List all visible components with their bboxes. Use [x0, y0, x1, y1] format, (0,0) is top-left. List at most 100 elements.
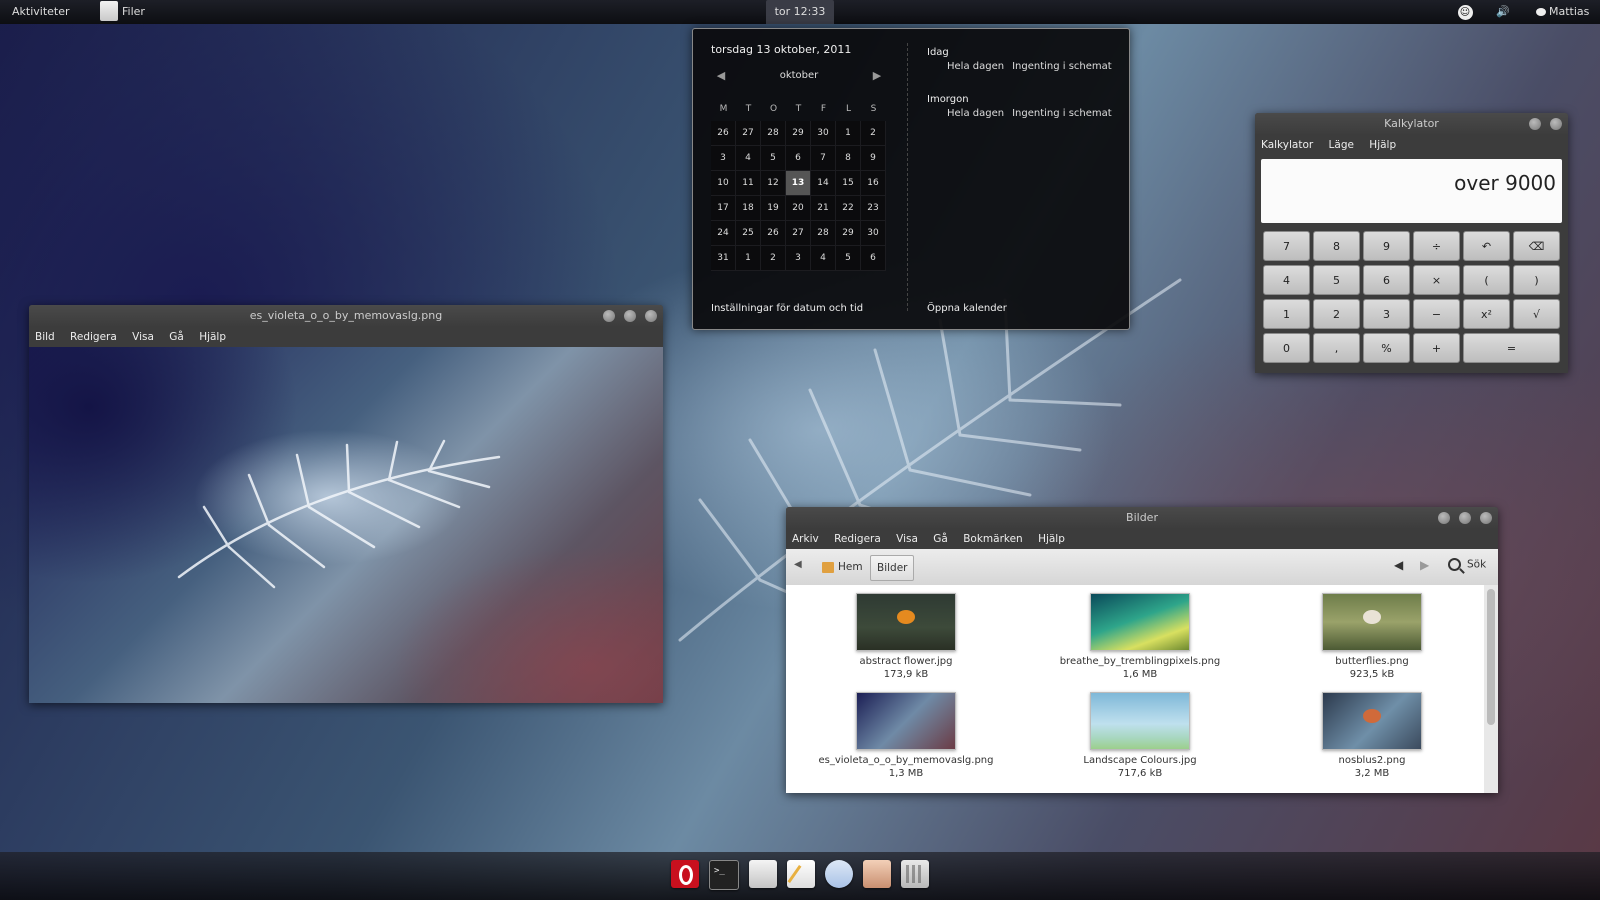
- digit-4-button[interactable]: 4: [1263, 265, 1310, 295]
- close-paren-button[interactable]: ): [1513, 265, 1560, 295]
- minimize-icon[interactable]: [1438, 512, 1450, 524]
- file-manager-icon[interactable]: [749, 860, 777, 888]
- activities-button[interactable]: Aktiviteter: [12, 0, 70, 24]
- back-arrow-icon[interactable]: ◀: [1394, 558, 1403, 572]
- calendar-day[interactable]: 15: [836, 171, 861, 196]
- digit-8-button[interactable]: 8: [1313, 231, 1360, 261]
- eye-of-gnome-icon[interactable]: [863, 860, 891, 888]
- calendar-day[interactable]: 26: [711, 121, 736, 146]
- menu-bokmarken[interactable]: Bokmärken: [963, 533, 1023, 545]
- forward-arrow-icon[interactable]: ▶: [1420, 558, 1429, 572]
- calendar-day[interactable]: 31: [711, 246, 736, 271]
- menu-hjalp[interactable]: Hjälp: [1038, 533, 1065, 545]
- calendar-day[interactable]: 28: [761, 121, 786, 146]
- calendar-day[interactable]: 24: [711, 221, 736, 246]
- viewer-titlebar[interactable]: es_violeta_o_o_by_memovaslg.png: [29, 305, 663, 327]
- menu-visa[interactable]: Visa: [896, 533, 918, 545]
- undo-button[interactable]: ↶: [1463, 231, 1510, 261]
- digit-7-button[interactable]: 7: [1263, 231, 1310, 261]
- menu-ga[interactable]: Gå: [169, 331, 184, 343]
- calendar-day[interactable]: 2: [861, 121, 886, 146]
- calendar-day[interactable]: 30: [861, 221, 886, 246]
- calendar-day[interactable]: 11: [736, 171, 761, 196]
- menu-arkiv[interactable]: Arkiv: [792, 533, 819, 545]
- calendar-day[interactable]: 4: [736, 146, 761, 171]
- files-titlebar[interactable]: Bilder: [786, 507, 1498, 529]
- app-menu-button[interactable]: Filer: [94, 0, 153, 24]
- calendar-day[interactable]: 20: [786, 196, 811, 221]
- file-item[interactable]: breathe_by_tremblingpixels.png 1,6 MB: [1040, 593, 1240, 681]
- chat-icon[interactable]: [825, 860, 853, 888]
- menu-redigera[interactable]: Redigera: [834, 533, 881, 545]
- next-month-icon[interactable]: ▶: [871, 69, 883, 83]
- calendar-day[interactable]: 4: [811, 246, 836, 271]
- calculator-icon[interactable]: [901, 860, 929, 888]
- date-time-settings-link[interactable]: Inställningar för datum och tid: [711, 303, 863, 314]
- digit-9-button[interactable]: 9: [1363, 231, 1410, 261]
- user-menu[interactable]: Mattias: [1536, 0, 1589, 24]
- search-button[interactable]: Sök: [1448, 558, 1486, 571]
- maximize-icon[interactable]: [1459, 512, 1471, 524]
- open-paren-button[interactable]: (: [1463, 265, 1510, 295]
- calendar-day[interactable]: 25: [736, 221, 761, 246]
- terminal-icon[interactable]: [709, 860, 739, 890]
- calendar-day[interactable]: 17: [711, 196, 736, 221]
- volume-icon[interactable]: 🔊: [1496, 0, 1510, 24]
- decimal-button[interactable]: ,: [1313, 333, 1360, 363]
- calendar-day[interactable]: 9: [861, 146, 886, 171]
- menu-bild[interactable]: Bild: [35, 331, 55, 343]
- minimize-icon[interactable]: [603, 310, 615, 322]
- breadcrumb-current[interactable]: Bilder: [870, 555, 915, 581]
- file-item[interactable]: nosblus2.png 3,2 MB: [1272, 692, 1472, 780]
- digit-1-button[interactable]: 1: [1263, 299, 1310, 329]
- calendar-day[interactable]: 28: [811, 221, 836, 246]
- text-editor-icon[interactable]: [787, 860, 815, 888]
- menu-redigera[interactable]: Redigera: [70, 331, 117, 343]
- path-scroll-left-icon[interactable]: ◀: [794, 559, 802, 570]
- calendar-day[interactable]: 21: [811, 196, 836, 221]
- calendar-day[interactable]: 1: [836, 121, 861, 146]
- calendar-day[interactable]: 5: [836, 246, 861, 271]
- minimize-icon[interactable]: [1529, 118, 1541, 130]
- close-icon[interactable]: [1550, 118, 1562, 130]
- menu-hjalp[interactable]: Hjälp: [1369, 139, 1396, 151]
- file-item[interactable]: butterflies.png 923,5 kB: [1272, 593, 1472, 681]
- calendar-day[interactable]: 30: [811, 121, 836, 146]
- menu-kalkylator[interactable]: Kalkylator: [1261, 139, 1313, 151]
- scrollbar-thumb[interactable]: [1487, 589, 1495, 725]
- calendar-day[interactable]: 10: [711, 171, 736, 196]
- accessibility-menu[interactable]: ☺: [1456, 0, 1474, 24]
- menu-visa[interactable]: Visa: [132, 331, 154, 343]
- backspace-button[interactable]: ⌫: [1513, 231, 1560, 261]
- percent-button[interactable]: %: [1363, 333, 1410, 363]
- calendar-day[interactable]: 22: [836, 196, 861, 221]
- calendar-day[interactable]: 6: [861, 246, 886, 271]
- digit-3-button[interactable]: 3: [1363, 299, 1410, 329]
- calendar-day[interactable]: 1: [736, 246, 761, 271]
- files-scrollbar[interactable]: [1484, 585, 1498, 793]
- calendar-day[interactable]: 7: [811, 146, 836, 171]
- add-button[interactable]: +: [1413, 333, 1460, 363]
- close-icon[interactable]: [645, 310, 657, 322]
- calendar-day[interactable]: 5: [761, 146, 786, 171]
- menu-ga[interactable]: Gå: [933, 533, 948, 545]
- calendar-day[interactable]: 27: [736, 121, 761, 146]
- file-item[interactable]: es_violeta_o_o_by_memovaslg.png 1,3 MB: [806, 692, 1006, 780]
- calendar-day[interactable]: 19: [761, 196, 786, 221]
- multiply-button[interactable]: ×: [1413, 265, 1460, 295]
- calendar-day[interactable]: 18: [736, 196, 761, 221]
- maximize-icon[interactable]: [624, 310, 636, 322]
- calendar-day[interactable]: 29: [786, 121, 811, 146]
- calendar-day[interactable]: 12: [761, 171, 786, 196]
- calendar-day[interactable]: 14: [811, 171, 836, 196]
- menu-lage[interactable]: Läge: [1329, 139, 1354, 151]
- calendar-day[interactable]: 8: [836, 146, 861, 171]
- square-button[interactable]: x²: [1463, 299, 1510, 329]
- open-calendar-link[interactable]: Öppna kalender: [927, 303, 1007, 314]
- calendar-day[interactable]: 6: [786, 146, 811, 171]
- menu-hjalp[interactable]: Hjälp: [199, 331, 226, 343]
- calendar-day[interactable]: 3: [786, 246, 811, 271]
- digit-6-button[interactable]: 6: [1363, 265, 1410, 295]
- clock-button[interactable]: tor 12:33: [766, 0, 834, 24]
- calendar-day[interactable]: 29: [836, 221, 861, 246]
